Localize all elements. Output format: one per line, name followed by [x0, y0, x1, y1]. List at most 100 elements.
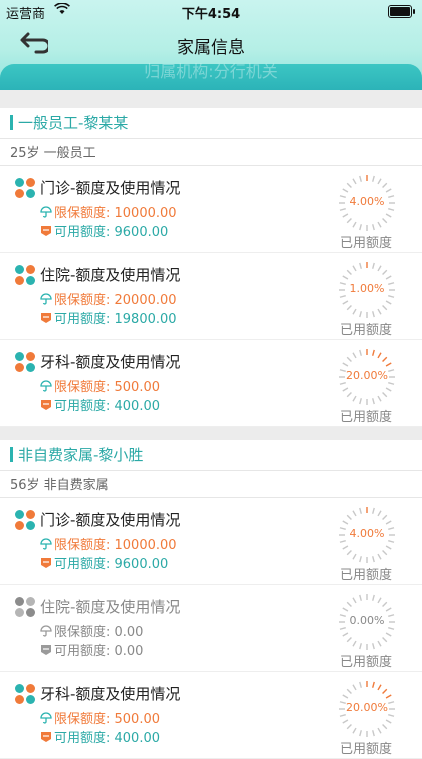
limit-amount: 限保额度: 20000.00: [40, 289, 177, 308]
limit-amount: 限保额度: 10000.00: [40, 202, 177, 221]
limit-text: 限保额度: 10000.00: [54, 206, 177, 221]
gauge-tick: [382, 182, 388, 188]
battery-icon: [388, 5, 415, 18]
list-item[interactable]: 牙科-额度及使用情况限保额度: 500.00 可用额度: 400.00 20.00%…: [0, 672, 422, 759]
section-dependent: 非自费家属-黎小胜 56岁 非自费家属 门诊-额度及使用情况 限保额度: 1000…: [0, 440, 422, 759]
limit-text: 限保额度: 500.00: [54, 712, 160, 727]
gauge-tick: [359, 594, 362, 601]
status-bar: 运营商 下午4:54: [0, 0, 422, 22]
list-item[interactable]: 门诊-额度及使用情况 限保额度: 10000.00 可用额度: 9600.00 4.0…: [0, 166, 422, 253]
section-subtitle: 56岁 非自费家属: [0, 471, 422, 498]
four-petal-logo-icon: [15, 510, 35, 530]
gauge-tick: [346, 514, 352, 520]
section-accent-bar: [10, 115, 13, 130]
gauge-tick: [377, 640, 382, 647]
gauge-tick: [346, 305, 352, 311]
gauge-tick: [388, 295, 395, 298]
available-text: 可用额度: 19800.00: [54, 312, 177, 327]
gauge-tick: [342, 275, 349, 280]
gauge-tick: [372, 175, 375, 182]
gauge-tick: [377, 308, 382, 315]
gauge-tick: [346, 269, 352, 275]
gauge-tick: [352, 308, 357, 315]
gauge-tick: [377, 178, 382, 185]
gauge-tick: [359, 507, 362, 514]
gauge-tick: [382, 305, 388, 311]
available-amount: 可用额度: 400.00: [40, 395, 160, 414]
gauge-tick: [359, 643, 362, 650]
gauge-tick: [385, 213, 392, 218]
list-item[interactable]: 门诊-额度及使用情况 限保额度: 10000.00 可用额度: 9600.00 4.0…: [0, 498, 422, 585]
gauge-tick: [346, 601, 352, 607]
clock: 下午4:54: [181, 7, 241, 22]
four-petal-logo-icon: [15, 352, 35, 372]
four-petal-logo-icon: [15, 178, 35, 198]
gauge-tick: [377, 221, 382, 228]
gauge-tick: [382, 688, 388, 694]
gauge-tick: [346, 182, 352, 188]
four-petal-logo-icon: [15, 510, 35, 530]
gauge-tick: [377, 352, 382, 359]
wallet-icon: [40, 399, 52, 411]
umbrella-icon: [40, 206, 52, 218]
wallet-icon: [40, 225, 52, 237]
gauge-tick: [346, 688, 352, 694]
gauge-tick: [372, 311, 375, 318]
gauge-tick: [359, 262, 362, 269]
gauge-tick: [352, 265, 357, 272]
page-title: 家属信息: [177, 38, 245, 58]
gauge-tick: [352, 727, 357, 734]
wallet-icon: [40, 731, 52, 743]
umbrella-icon: [40, 538, 52, 550]
usage-gauge: 4.00%: [338, 506, 396, 564]
gauge-tick: [377, 684, 382, 691]
item-title: 住院-额度及使用情况: [40, 266, 181, 284]
gauge-tick: [385, 632, 392, 637]
list-item[interactable]: 住院-额度及使用情况 限保额度: 0.00 可用额度: 0.00 0.00% 已用额度: [0, 585, 422, 672]
four-petal-logo-icon: [15, 597, 35, 617]
section-accent-bar: [10, 447, 13, 462]
gauge-tick: [372, 556, 375, 563]
member-info: 56岁 非自费家属: [10, 478, 109, 493]
gauge-tick: [372, 643, 375, 650]
gauge-tick: [372, 398, 375, 405]
available-text: 可用额度: 9600.00: [54, 225, 169, 240]
gauge-tick: [385, 387, 392, 392]
gauge-tick: [346, 218, 352, 224]
gauge-tick: [352, 684, 357, 691]
gauge-tick: [342, 188, 349, 193]
gauge-tick: [342, 387, 349, 392]
usage-gauge: 20.00%: [338, 348, 396, 406]
item-title: 牙科-额度及使用情况: [40, 685, 181, 703]
gauge-tick: [342, 607, 349, 612]
usage-gauge: 1.00%: [338, 261, 396, 319]
gauge-tick: [372, 730, 375, 737]
item-title: 住院-额度及使用情况: [40, 598, 181, 616]
item-title: 牙科-额度及使用情况: [40, 353, 181, 371]
gauge-tick: [346, 392, 352, 398]
section-title: 一般员工-黎某某: [18, 114, 129, 132]
gauge-tick: [385, 607, 392, 612]
gauge-tick: [352, 221, 357, 228]
list-item[interactable]: 住院-额度及使用情况 限保额度: 20000.00 可用额度: 19800.00 1.…: [0, 253, 422, 340]
list-item[interactable]: 牙科-额度及使用情况限保额度: 500.00 可用额度: 400.00 20.00%…: [0, 340, 422, 427]
used-label: 已用额度: [339, 742, 392, 757]
limit-text: 限保额度: 500.00: [54, 380, 160, 395]
gauge-tick: [339, 208, 346, 211]
gauge-tick: [359, 398, 362, 405]
gauge-tick: [377, 727, 382, 734]
section-employee: 一般员工-黎某某 25岁 一般员工 门诊-额度及使用情况 限保额度: 10000.…: [0, 108, 422, 427]
usage-gauge: 4.00%: [338, 174, 396, 232]
usage-percent: 0.00%: [349, 614, 385, 627]
gauge-tick: [382, 356, 388, 362]
gauge-tick: [359, 730, 362, 737]
usage-percent: 20.00%: [346, 369, 388, 382]
section-title: 非自费家属-黎小胜: [18, 446, 144, 464]
wallet-icon: [40, 312, 52, 324]
usage-percent: 20.00%: [346, 701, 388, 714]
four-petal-logo-icon: [15, 265, 35, 285]
available-text: 可用额度: 400.00: [54, 731, 160, 746]
gauge-tick: [385, 275, 392, 280]
four-petal-logo-icon: [15, 178, 35, 198]
item-title: 门诊-额度及使用情况: [40, 511, 181, 529]
